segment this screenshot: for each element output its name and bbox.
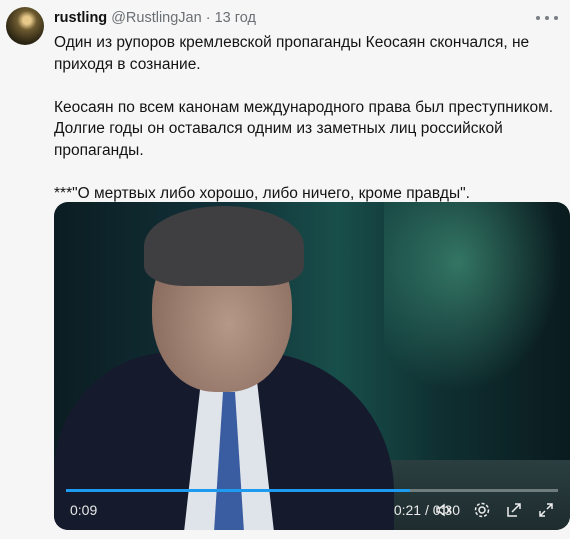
tweet-text: Один из рупоров кремлевской пропаганды К… (54, 32, 559, 205)
video-controls: 0:09 0:21 / 0:30 (54, 490, 570, 530)
author-handle[interactable]: @RustlingJan (111, 10, 201, 26)
video-current-time: 0:21 (393, 502, 422, 518)
video-player[interactable]: 0:09 0:21 / 0:30 (54, 202, 570, 530)
gear-icon[interactable] (472, 500, 492, 520)
fullscreen-icon[interactable] (536, 500, 556, 520)
tweet-paragraph: Один из рупоров кремлевской пропаганды К… (54, 34, 530, 73)
post-time[interactable]: 13 год (215, 10, 256, 26)
tweet-paragraph: Кеосаян по всем канонам международного п… (54, 98, 554, 159)
mute-icon[interactable] (434, 500, 454, 520)
studio-light (384, 202, 570, 402)
tweet-header: rustling @RustlingJan · 13 год (54, 9, 256, 27)
tweet: rustling @RustlingJan · 13 год Один из р… (0, 0, 570, 539)
video-time-separator: / (424, 502, 429, 518)
avatar[interactable] (6, 7, 44, 45)
video-remaining-time: 0:09 (70, 502, 98, 518)
author-name[interactable]: rustling (54, 10, 107, 26)
man-hair (144, 206, 304, 286)
more-icon[interactable] (536, 10, 558, 26)
popout-icon[interactable] (504, 500, 524, 520)
separator-dot: · (205, 10, 211, 26)
